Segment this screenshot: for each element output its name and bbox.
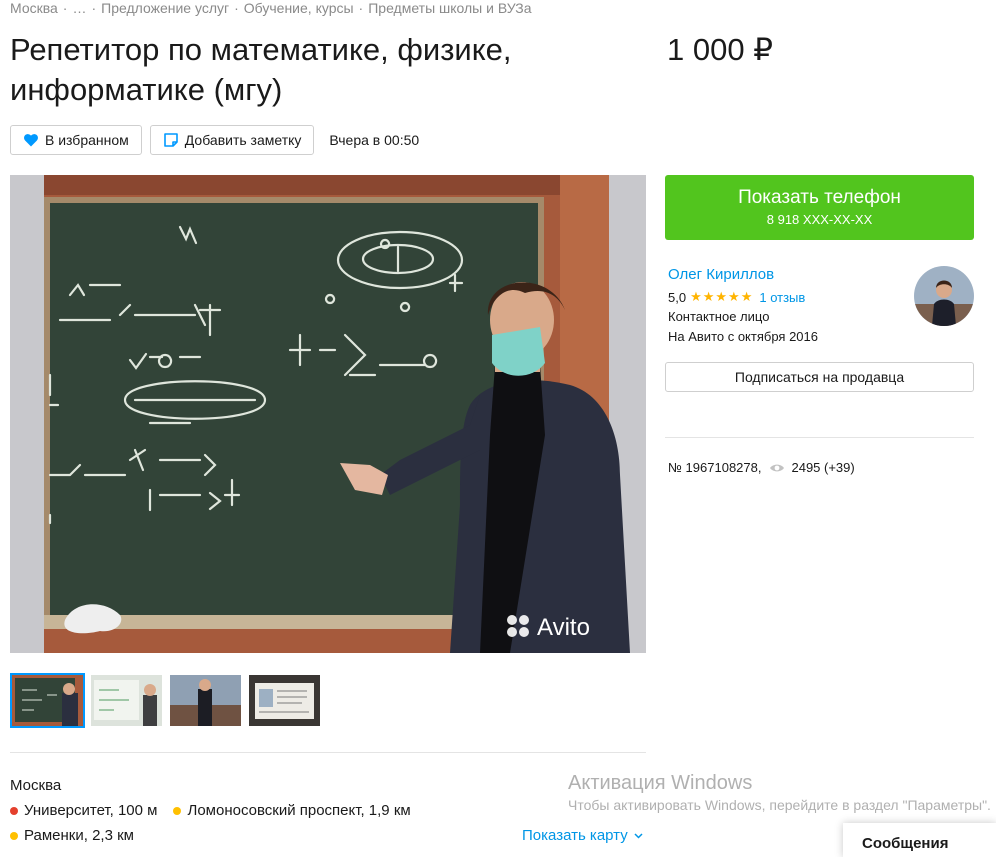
avito-watermark: Avito	[537, 614, 590, 641]
content-divider	[10, 752, 646, 753]
view-count: 2495 (+39)	[791, 460, 855, 475]
location-city: Москва	[10, 777, 62, 794]
metro-line-dot	[10, 831, 18, 840]
photo-thumbnails	[10, 673, 326, 728]
windows-activation-subtitle: Чтобы активировать Windows, перейдите в …	[568, 797, 991, 813]
breadcrumb-separator: ·	[62, 0, 68, 16]
metro-station-label: Ломоносовский проспект, 1,9 км	[187, 802, 411, 819]
rating-stars-icon: ★★★★★	[690, 289, 754, 304]
main-photo[interactable]: Avito	[10, 175, 646, 653]
seller-name-link[interactable]: Олег Кириллов	[668, 266, 774, 283]
breadcrumb-item-subjects[interactable]: Предметы школы и ВУЗа	[368, 0, 531, 16]
show-map-label: Показать карту	[522, 827, 628, 844]
show-map-link[interactable]: Показать карту	[522, 827, 643, 844]
metro-line-dot	[173, 806, 182, 815]
reviews-link[interactable]: 1 отзыв	[759, 290, 805, 305]
thumbnail-2[interactable]	[89, 673, 164, 728]
breadcrumb-separator: ·	[234, 0, 239, 16]
metro-station: Университет, 100 м	[10, 802, 157, 819]
breadcrumb-item-services[interactable]: Предложение услуг	[101, 0, 229, 16]
metro-station: Раменки, 2,3 км	[10, 827, 134, 844]
seller-avatar[interactable]	[914, 266, 974, 326]
listing-actions: В избранном Добавить заметку Вчера в 00:…	[10, 125, 419, 155]
listing-price: 1 000 ₽	[667, 32, 773, 67]
subscribe-seller-button[interactable]: Подписаться на продавца	[665, 362, 974, 392]
thumbnail-1[interactable]	[10, 673, 85, 728]
phone-number-masked: 8 918 XXX-XX-XX	[766, 212, 873, 227]
note-icon	[163, 133, 178, 147]
item-meta: № 1967108278, 2495 (+39)	[668, 460, 855, 475]
favorite-label: В избранном	[45, 132, 129, 148]
item-number: № 1967108278,	[668, 460, 762, 475]
messages-widget[interactable]: Сообщения	[843, 823, 996, 857]
add-note-label: Добавить заметку	[184, 132, 302, 148]
heart-icon	[24, 134, 38, 147]
posted-date: Вчера в 00:50	[329, 132, 420, 148]
rating-value: 5,0	[668, 289, 687, 305]
show-phone-button[interactable]: Показать телефон 8 918 XXX-XX-XX	[665, 175, 974, 240]
metro-row: Университет, 100 м Ломоносовский проспек…	[10, 802, 427, 819]
seller-type: Контактное лицо	[668, 309, 770, 324]
breadcrumb-item-city[interactable]: Москва	[10, 0, 58, 16]
show-phone-label: Показать телефон	[738, 187, 901, 208]
metro-row: Раменки, 2,3 км	[10, 827, 150, 844]
metro-station-label: Раменки, 2,3 км	[24, 827, 134, 844]
listing-title: Репетитор по математике, физике, информа…	[10, 32, 512, 107]
favorite-button[interactable]: В избранном	[10, 125, 142, 155]
metro-station-label: Университет, 100 м	[24, 802, 158, 819]
metro-line-dot	[10, 806, 18, 815]
thumbnail-3[interactable]	[168, 673, 243, 728]
chevron-down-icon	[634, 833, 643, 839]
thumbnail-4[interactable]	[247, 673, 322, 728]
eye-icon	[770, 464, 785, 471]
add-note-button[interactable]: Добавить заметку	[149, 125, 315, 155]
metro-station: Ломоносовский проспект, 1,9 км	[173, 802, 411, 819]
breadcrumb-item-ellipsis[interactable]: …	[72, 0, 86, 16]
breadcrumb-separator: ·	[358, 0, 364, 16]
seller-rating: 5,0 ★★★★★ 1 отзыв	[668, 289, 805, 305]
seller-since: На Авито с октября 2016	[668, 329, 818, 344]
breadcrumb: Москва ·… · Предложение услуг · Обучение, кур…	[10, 0, 532, 16]
sidebar-divider	[665, 437, 974, 438]
breadcrumb-separator: ·	[91, 0, 97, 16]
windows-activation-title: Активация Windows	[568, 772, 753, 794]
breadcrumb-item-education[interactable]: Обучение, курсы	[244, 0, 354, 16]
